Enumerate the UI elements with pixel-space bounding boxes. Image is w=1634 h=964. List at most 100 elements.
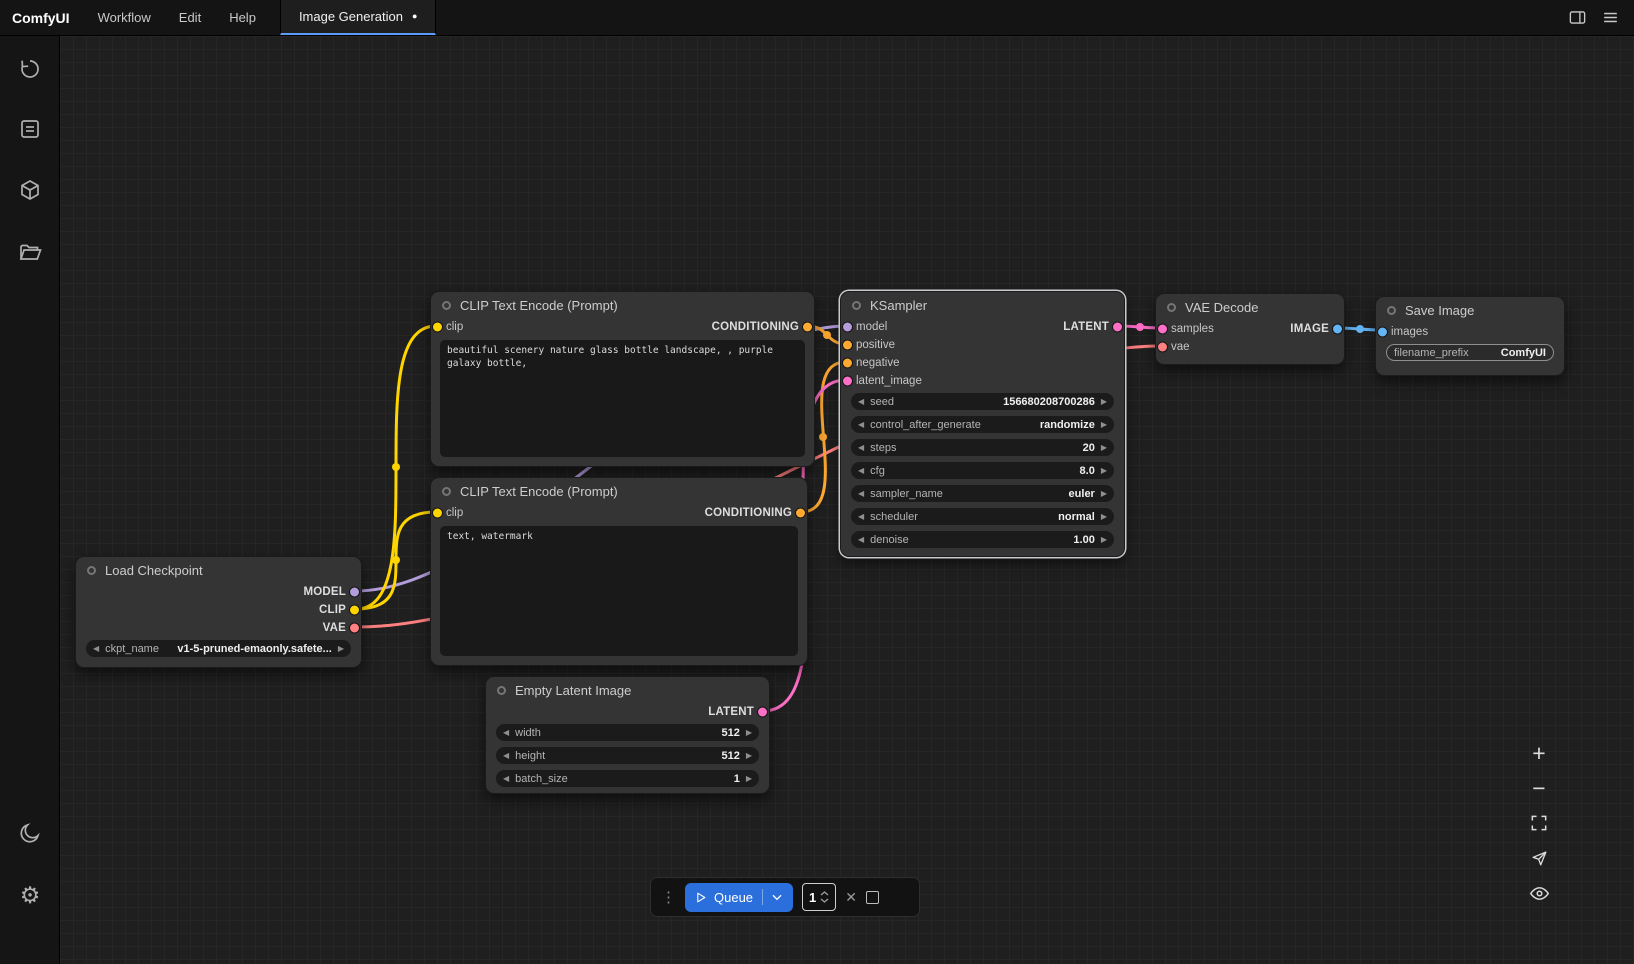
batch-count-spinner[interactable]: 1: [802, 883, 836, 911]
decrement-arrow-icon[interactable]: ◀: [503, 775, 509, 783]
decrement-arrow-icon[interactable]: ◀: [858, 513, 864, 521]
decrement-arrow-icon[interactable]: ◀: [858, 490, 864, 498]
queue-button[interactable]: Queue: [685, 883, 793, 912]
decrement-arrow-icon[interactable]: ◀: [93, 645, 99, 653]
drag-handle-icon[interactable]: ⋮: [661, 888, 676, 906]
decrement-arrow-icon[interactable]: ◀: [503, 729, 509, 737]
increment-arrow-icon[interactable]: ▶: [1101, 444, 1107, 452]
hamburger-menu-icon[interactable]: [1601, 8, 1620, 27]
step-down-icon[interactable]: [820, 898, 829, 903]
input-slot-positive[interactable]: [843, 341, 852, 350]
zoom-in-icon[interactable]: +: [1526, 742, 1552, 764]
menu-workflow[interactable]: Workflow: [84, 0, 165, 35]
node-header[interactable]: CLIP Text Encode (Prompt): [431, 292, 814, 318]
output-slot-image[interactable]: [1333, 325, 1342, 334]
output-slot-vae[interactable]: [350, 624, 359, 633]
node-vae-decode[interactable]: VAE Decode samples IMAGE vae: [1155, 293, 1345, 365]
step-up-icon[interactable]: [820, 891, 829, 896]
menu-help[interactable]: Help: [215, 0, 270, 35]
node-header[interactable]: VAE Decode: [1156, 294, 1344, 320]
history-icon[interactable]: [17, 56, 43, 82]
increment-arrow-icon[interactable]: ▶: [1101, 536, 1107, 544]
clear-queue-icon[interactable]: ✕: [845, 889, 857, 906]
select-pointer-icon[interactable]: [1526, 847, 1552, 869]
decrement-arrow-icon[interactable]: ◀: [858, 467, 864, 475]
model-library-icon[interactable]: [17, 177, 43, 203]
output-slot-latent[interactable]: [1113, 323, 1122, 332]
increment-arrow-icon[interactable]: ▶: [746, 729, 752, 737]
collapse-dot[interactable]: [852, 301, 861, 310]
widget-denoise[interactable]: ◀ denoise 1.00 ▶: [851, 531, 1114, 548]
collapse-dot[interactable]: [497, 686, 506, 695]
prompt-textarea[interactable]: text, watermark: [440, 526, 798, 656]
decrement-arrow-icon[interactable]: ◀: [858, 421, 864, 429]
decrement-arrow-icon[interactable]: ◀: [858, 398, 864, 406]
stop-icon[interactable]: [866, 891, 879, 904]
node-header[interactable]: CLIP Text Encode (Prompt): [431, 478, 807, 504]
workflows-folder-icon[interactable]: [17, 239, 43, 265]
node-empty-latent-image[interactable]: Empty Latent Image LATENT ◀ width 512 ▶ …: [485, 676, 770, 794]
output-slot-latent[interactable]: [758, 708, 767, 717]
zoom-out-icon[interactable]: −: [1526, 777, 1552, 799]
queue-log-icon[interactable]: [17, 116, 43, 142]
widget-width[interactable]: ◀ width 512 ▶: [496, 724, 759, 741]
widget-scheduler[interactable]: ◀ scheduler normal ▶: [851, 508, 1114, 525]
node-clip-text-encode-negative[interactable]: CLIP Text Encode (Prompt) clip CONDITION…: [430, 477, 808, 666]
input-slot-model[interactable]: [843, 323, 852, 332]
app-logo[interactable]: ComfyUI: [0, 0, 84, 35]
toggle-panel-icon[interactable]: [1568, 8, 1587, 27]
increment-arrow-icon[interactable]: ▶: [746, 775, 752, 783]
node-header[interactable]: Empty Latent Image: [486, 677, 769, 703]
node-save-image[interactable]: Save Image images filename_prefix ComfyU…: [1375, 296, 1565, 376]
collapse-dot[interactable]: [1387, 306, 1396, 315]
widget-steps[interactable]: ◀ steps 20 ▶: [851, 439, 1114, 456]
node-ksampler[interactable]: KSampler model LATENT positive negative …: [840, 291, 1125, 557]
output-slot-clip[interactable]: [350, 606, 359, 615]
input-slot-images[interactable]: [1378, 328, 1387, 337]
node-header[interactable]: KSampler: [841, 292, 1124, 318]
fit-view-icon[interactable]: [1526, 812, 1552, 834]
node-load-checkpoint[interactable]: Load Checkpoint MODEL CLIP VAE ◀ ckpt_na…: [75, 556, 362, 668]
settings-gear-icon[interactable]: ⚙: [17, 882, 43, 908]
increment-arrow-icon[interactable]: ▶: [1101, 467, 1107, 475]
widget-seed[interactable]: ◀ seed 156680208700286 ▶: [851, 393, 1114, 410]
tab-image-generation[interactable]: Image Generation ●: [280, 0, 437, 35]
output-slot-conditioning[interactable]: [796, 509, 805, 518]
decrement-arrow-icon[interactable]: ◀: [858, 536, 864, 544]
theme-moon-icon[interactable]: [17, 820, 43, 846]
increment-arrow-icon[interactable]: ▶: [1101, 398, 1107, 406]
output-slot-conditioning[interactable]: [803, 323, 812, 332]
output-slot-model[interactable]: [350, 588, 359, 597]
node-clip-text-encode-positive[interactable]: CLIP Text Encode (Prompt) clip CONDITION…: [430, 291, 815, 467]
widget-sampler-name[interactable]: ◀ sampler_name euler ▶: [851, 485, 1114, 502]
input-slot-latent-image[interactable]: [843, 377, 852, 386]
input-slot-clip[interactable]: [433, 323, 442, 332]
increment-arrow-icon[interactable]: ▶: [338, 645, 344, 653]
widget-filename-prefix[interactable]: filename_prefix ComfyUI: [1386, 344, 1554, 361]
collapse-dot[interactable]: [87, 566, 96, 575]
increment-arrow-icon[interactable]: ▶: [1101, 421, 1107, 429]
increment-arrow-icon[interactable]: ▶: [746, 752, 752, 760]
node-header[interactable]: Save Image: [1376, 297, 1564, 323]
prompt-textarea[interactable]: beautiful scenery nature glass bottle la…: [440, 340, 805, 457]
menu-edit[interactable]: Edit: [165, 0, 215, 35]
decrement-arrow-icon[interactable]: ◀: [503, 752, 509, 760]
widget-cfg[interactable]: ◀ cfg 8.0 ▶: [851, 462, 1114, 479]
input-slot-clip[interactable]: [433, 509, 442, 518]
toggle-link-visibility-eye-icon[interactable]: [1526, 882, 1552, 904]
collapse-dot[interactable]: [442, 487, 451, 496]
input-slot-vae[interactable]: [1158, 343, 1167, 352]
increment-arrow-icon[interactable]: ▶: [1101, 490, 1107, 498]
widget-control-after-generate[interactable]: ◀ control_after_generate randomize ▶: [851, 416, 1114, 433]
widget-batch-size[interactable]: ◀ batch_size 1 ▶: [496, 770, 759, 787]
input-slot-negative[interactable]: [843, 359, 852, 368]
node-header[interactable]: Load Checkpoint: [76, 557, 361, 583]
collapse-dot[interactable]: [442, 301, 451, 310]
decrement-arrow-icon[interactable]: ◀: [858, 444, 864, 452]
widget-ckpt-name[interactable]: ◀ ckpt_name v1-5-pruned-emaonly.safete..…: [86, 640, 351, 657]
input-slot-samples[interactable]: [1158, 325, 1167, 334]
increment-arrow-icon[interactable]: ▶: [1101, 513, 1107, 521]
widget-height[interactable]: ◀ height 512 ▶: [496, 747, 759, 764]
chevron-down-icon[interactable]: [770, 890, 784, 904]
collapse-dot[interactable]: [1167, 303, 1176, 312]
